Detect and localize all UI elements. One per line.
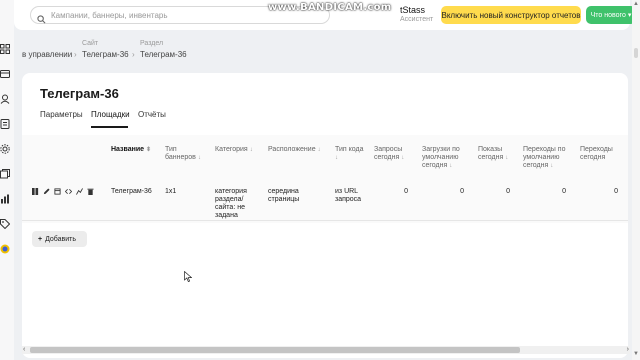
cell-name[interactable]: Телеграм-36 <box>111 188 152 196</box>
breadcrumb-separator-icon: › <box>74 50 77 59</box>
bars-icon[interactable] <box>32 188 39 195</box>
recording-watermark: www.BANDICAM.com <box>268 2 392 13</box>
pencil-icon[interactable] <box>43 188 50 195</box>
tab-parameters[interactable]: Параметры <box>40 110 83 119</box>
sort-icon: ↓ <box>401 155 405 161</box>
cell-category: категория раздела/сайта: не задана <box>215 188 247 219</box>
mouse-cursor-icon <box>184 269 193 282</box>
active-tab-indicator <box>91 126 128 128</box>
code-icon[interactable] <box>65 188 72 195</box>
plus-icon: + <box>38 235 43 243</box>
whats-new-label: Что нового <box>590 12 626 19</box>
column-header-requests-today[interactable]: Запросы сегодня ↓ <box>374 146 414 162</box>
cell-code-type: из URL запроса <box>335 188 362 203</box>
breadcrumb-separator-icon: › <box>132 50 135 59</box>
campaign-icon[interactable] <box>0 69 10 79</box>
scroll-up-icon[interactable]: ▲ <box>633 1 639 7</box>
vertical-scroll-thumb[interactable] <box>634 48 638 58</box>
breadcrumb-item-section[interactable]: Телеграм-36 <box>140 50 187 59</box>
search-icon <box>37 11 46 24</box>
scroll-right-icon[interactable]: › <box>627 346 629 353</box>
chevron-down-icon: ▾ <box>627 12 632 19</box>
sort-icon: ↓ <box>249 147 253 153</box>
column-header-name[interactable]: Название ⬍ <box>111 146 151 154</box>
chart-icon[interactable] <box>0 194 10 204</box>
column-header-clicks-today[interactable]: Переходы сегодня <box>580 146 624 162</box>
column-header-default-clicks-today[interactable]: Переходы по умолчанию сегодня ↓ <box>523 146 573 170</box>
sort-icon: ↓ <box>550 163 554 169</box>
scroll-down-icon[interactable]: ▼ <box>633 351 639 357</box>
sort-icon: ↓ <box>317 147 321 153</box>
cell-clicks-today: 0 <box>614 188 618 195</box>
chart-icon[interactable] <box>76 188 83 195</box>
horizontal-scroll-thumb[interactable] <box>30 347 520 353</box>
user-name[interactable]: tStass <box>400 5 425 15</box>
column-header-default-loads-today[interactable]: Загрузки по умолчанию сегодня ↓ <box>422 146 468 170</box>
tag-icon[interactable] <box>0 219 10 229</box>
coin-icon[interactable] <box>0 244 10 254</box>
cell-requests-today: 0 <box>404 188 408 195</box>
page-title: Телеграм-36 <box>40 86 119 101</box>
breadcrumb-label-section: Раздел <box>140 40 164 47</box>
main-card: Телеграм-36 Параметры Площадки Отчёты На… <box>22 73 628 358</box>
tab-reports[interactable]: Отчёты <box>138 110 166 119</box>
column-header-category[interactable]: Категория ↓ <box>215 146 253 154</box>
sort-icon: ↓ <box>335 155 338 161</box>
add-button-label: Добавить <box>45 235 77 243</box>
column-header-placement[interactable]: Расположение ↓ <box>268 146 321 154</box>
column-header-impressions-today[interactable]: Показы сегодня ↓ <box>478 146 518 162</box>
cell-default-clicks-today: 0 <box>562 188 566 195</box>
enable-constructor-button[interactable]: Включить новый конструктор отчетов <box>441 6 581 24</box>
top-header: www.BANDICAM.com tStass Ассистент Включи… <box>14 0 636 30</box>
cell-impressions-today: 0 <box>506 188 510 195</box>
sort-icon: ↓ <box>197 155 201 161</box>
breadcrumb-label-site: Сайт <box>82 40 99 47</box>
column-header-code-type[interactable]: Тип кода ↓ <box>335 146 365 162</box>
left-rail <box>0 0 14 360</box>
user-icon[interactable] <box>0 94 10 104</box>
column-header-banner-type[interactable]: Тип баннеров ↓ <box>165 146 207 162</box>
grid-icon[interactable] <box>0 44 10 54</box>
cell-default-loads-today: 0 <box>460 188 464 195</box>
sort-icon: ⬍ <box>146 147 152 153</box>
cell-placement: середина страницы <box>268 188 300 203</box>
cell-banner-type: 1x1 <box>165 188 177 195</box>
vertical-scrollbar[interactable]: ▲ ▼ <box>632 0 640 360</box>
scroll-left-icon[interactable]: ‹ <box>23 346 25 353</box>
settings-icon[interactable] <box>0 144 10 154</box>
breadcrumb-item-site[interactable]: Телеграм-36 <box>82 50 129 59</box>
horizontal-scrollbar[interactable]: ‹ › <box>22 346 630 354</box>
sort-icon: ↓ <box>449 163 453 169</box>
row-divider <box>22 220 628 221</box>
whats-new-button[interactable]: Что нового ▾ <box>586 6 636 24</box>
tab-placements[interactable]: Площадки <box>91 110 130 119</box>
sort-icon: ↓ <box>505 155 509 161</box>
user-role: Ассистент <box>400 16 434 23</box>
copy-icon[interactable] <box>54 188 61 195</box>
trash-icon[interactable] <box>87 188 94 195</box>
breadcrumb-item-management[interactable]: в управлении <box>22 50 72 59</box>
report-icon[interactable] <box>0 119 10 129</box>
add-button[interactable]: + Добавить <box>32 231 87 247</box>
stack-icon[interactable] <box>0 169 10 179</box>
